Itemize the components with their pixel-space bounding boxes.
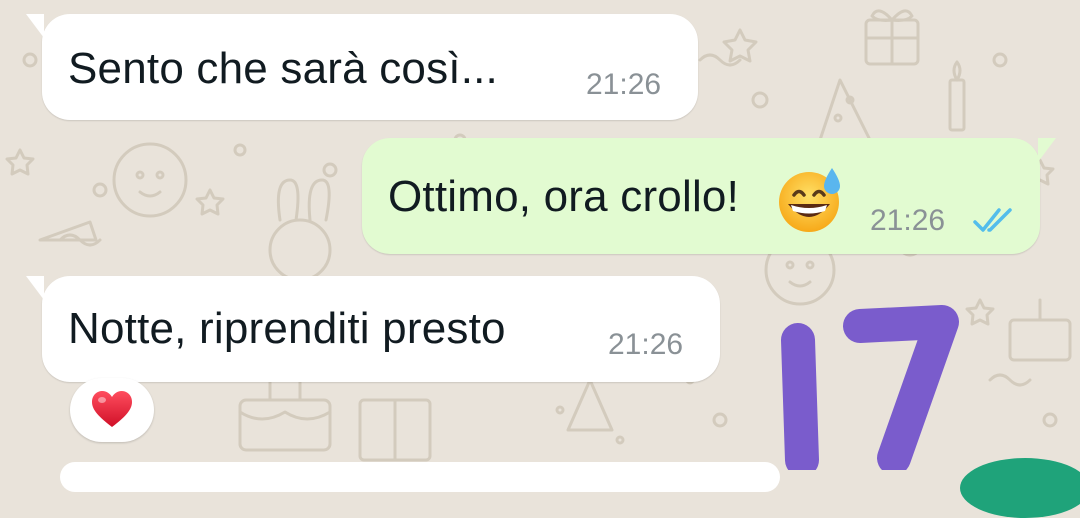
message-time: 21:26	[586, 68, 662, 101]
incoming-message-bubble[interactable]: Notte, riprenditi presto 21:26	[26, 276, 720, 382]
bubble-tail	[26, 276, 44, 300]
bubble-tail	[26, 14, 44, 38]
scroll-down-button[interactable]	[960, 458, 1080, 518]
message-text: Sento che sarà così...	[68, 44, 498, 93]
message-time: 21:26	[870, 204, 946, 237]
next-message-bubble-partial[interactable]	[60, 462, 780, 492]
double-check-read-icon	[973, 208, 1012, 232]
bubble-tail	[1038, 138, 1056, 162]
outgoing-message-bubble[interactable]: Ottimo, ora crollo! 21:26	[362, 138, 1056, 254]
grinning-face-with-sweat-emoji	[779, 168, 840, 232]
message-text: Ottimo, ora crollo!	[388, 172, 740, 221]
incoming-message-bubble[interactable]: Sento che sarà così... 21:26	[26, 14, 698, 120]
reaction-badge[interactable]	[70, 378, 154, 442]
red-heart-icon	[92, 391, 132, 427]
message-time: 21:26	[608, 328, 684, 361]
message-text: Notte, riprenditi presto	[68, 304, 506, 353]
handwritten-number-overlay	[781, 305, 959, 470]
